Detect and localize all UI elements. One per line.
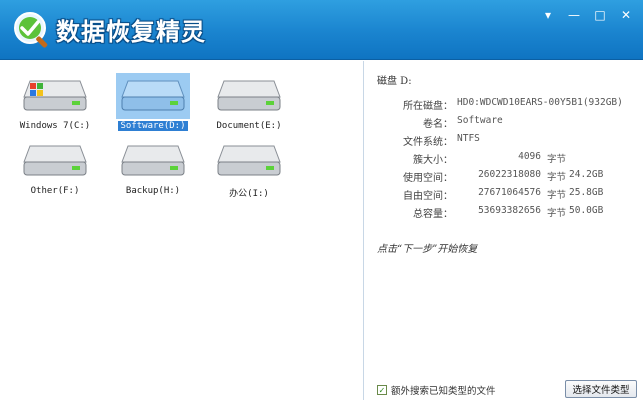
hard-drive-icon — [121, 145, 185, 176]
disk-info-panel: 磁盘 D: 所在磁盘： HD0:WDCWD10EARS-00Y5B1(932GB… — [365, 61, 643, 400]
app-logo-icon — [14, 12, 48, 48]
drive-f[interactable]: Other(F:) — [9, 138, 101, 196]
info-bytes: 53693382656 — [478, 205, 541, 216]
info-key: 自由空间： — [403, 191, 453, 202]
hard-drive-icon — [217, 145, 281, 176]
info-size: 24.2GB — [569, 169, 604, 180]
info-size: 25.8GB — [569, 187, 604, 198]
menu-icon[interactable]: ▾ — [537, 6, 559, 24]
info-key: 所在磁盘： — [403, 101, 453, 112]
drive-label: Document(E:) — [216, 121, 282, 131]
info-value: HD0:WDCWD10EARS-00Y5B1(932GB) — [457, 97, 623, 108]
app-title: 数据恢复精灵 — [56, 18, 206, 46]
info-bytes: 4096 — [518, 151, 541, 162]
hard-drive-icon — [217, 80, 281, 111]
drive-icon-wrap — [116, 73, 190, 119]
drive-d[interactable]: Software(D:) — [107, 73, 199, 131]
info-unit: 字节 — [547, 190, 567, 201]
minimize-icon[interactable]: — — [563, 6, 585, 24]
drive-c[interactable]: Windows 7(C:) — [9, 73, 101, 131]
drive-icon-wrap — [212, 73, 286, 119]
next-step-hint: 点击“下一步”开始恢复 — [377, 244, 478, 255]
maximize-icon[interactable]: □ — [589, 6, 611, 24]
info-size: 50.0GB — [569, 205, 604, 216]
info-value: Software — [457, 115, 503, 126]
title-bar: 数据恢复精灵 ▾ — □ ✕ — [0, 0, 643, 60]
info-key: 总容量： — [413, 209, 453, 220]
info-key: 簇大小： — [413, 155, 453, 166]
drive-label: 办公(I:) — [229, 189, 269, 199]
info-key: 卷名： — [423, 119, 453, 130]
drive-e[interactable]: Document(E:) — [203, 73, 295, 131]
drive-label: Windows 7(C:) — [19, 121, 91, 131]
choose-file-types-button[interactable]: 选择文件类型 — [565, 380, 637, 398]
extra-search-label: 额外搜索已知类型的文件 — [391, 386, 496, 397]
info-unit: 字节 — [547, 172, 567, 183]
hard-drive-icon — [121, 80, 185, 111]
drive-icon-wrap — [116, 138, 190, 184]
drive-i[interactable]: 办公(I:) — [203, 138, 295, 199]
info-unit: 字节 — [547, 208, 567, 219]
drive-list: Windows 7(C:) Software(D:) Document(E:) — [0, 61, 364, 400]
disk-heading: 磁盘 D: — [377, 76, 412, 87]
window-controls: ▾ — □ ✕ — [537, 6, 637, 24]
extra-search-option[interactable]: ✓ 额外搜索已知类型的文件 — [377, 383, 496, 397]
extra-search-checkbox[interactable]: ✓ — [377, 385, 387, 395]
drive-h[interactable]: Backup(H:) — [107, 138, 199, 196]
hard-drive-icon — [23, 80, 87, 111]
info-bytes: 26022318080 — [478, 169, 541, 180]
info-value: NTFS — [457, 133, 480, 144]
drive-label: Software(D:) — [118, 121, 188, 131]
drive-label: Backup(H:) — [125, 186, 181, 196]
info-bytes: 27671064576 — [478, 187, 541, 198]
drive-icon-wrap — [18, 138, 92, 184]
close-icon[interactable]: ✕ — [615, 6, 637, 24]
info-key: 使用空间： — [403, 173, 453, 184]
info-unit: 字节 — [547, 154, 567, 165]
info-key: 文件系统： — [403, 137, 453, 148]
drive-icon-wrap — [212, 138, 286, 184]
hard-drive-icon — [23, 145, 87, 176]
drive-label: Other(F:) — [30, 186, 80, 196]
drive-icon-wrap — [18, 73, 92, 119]
